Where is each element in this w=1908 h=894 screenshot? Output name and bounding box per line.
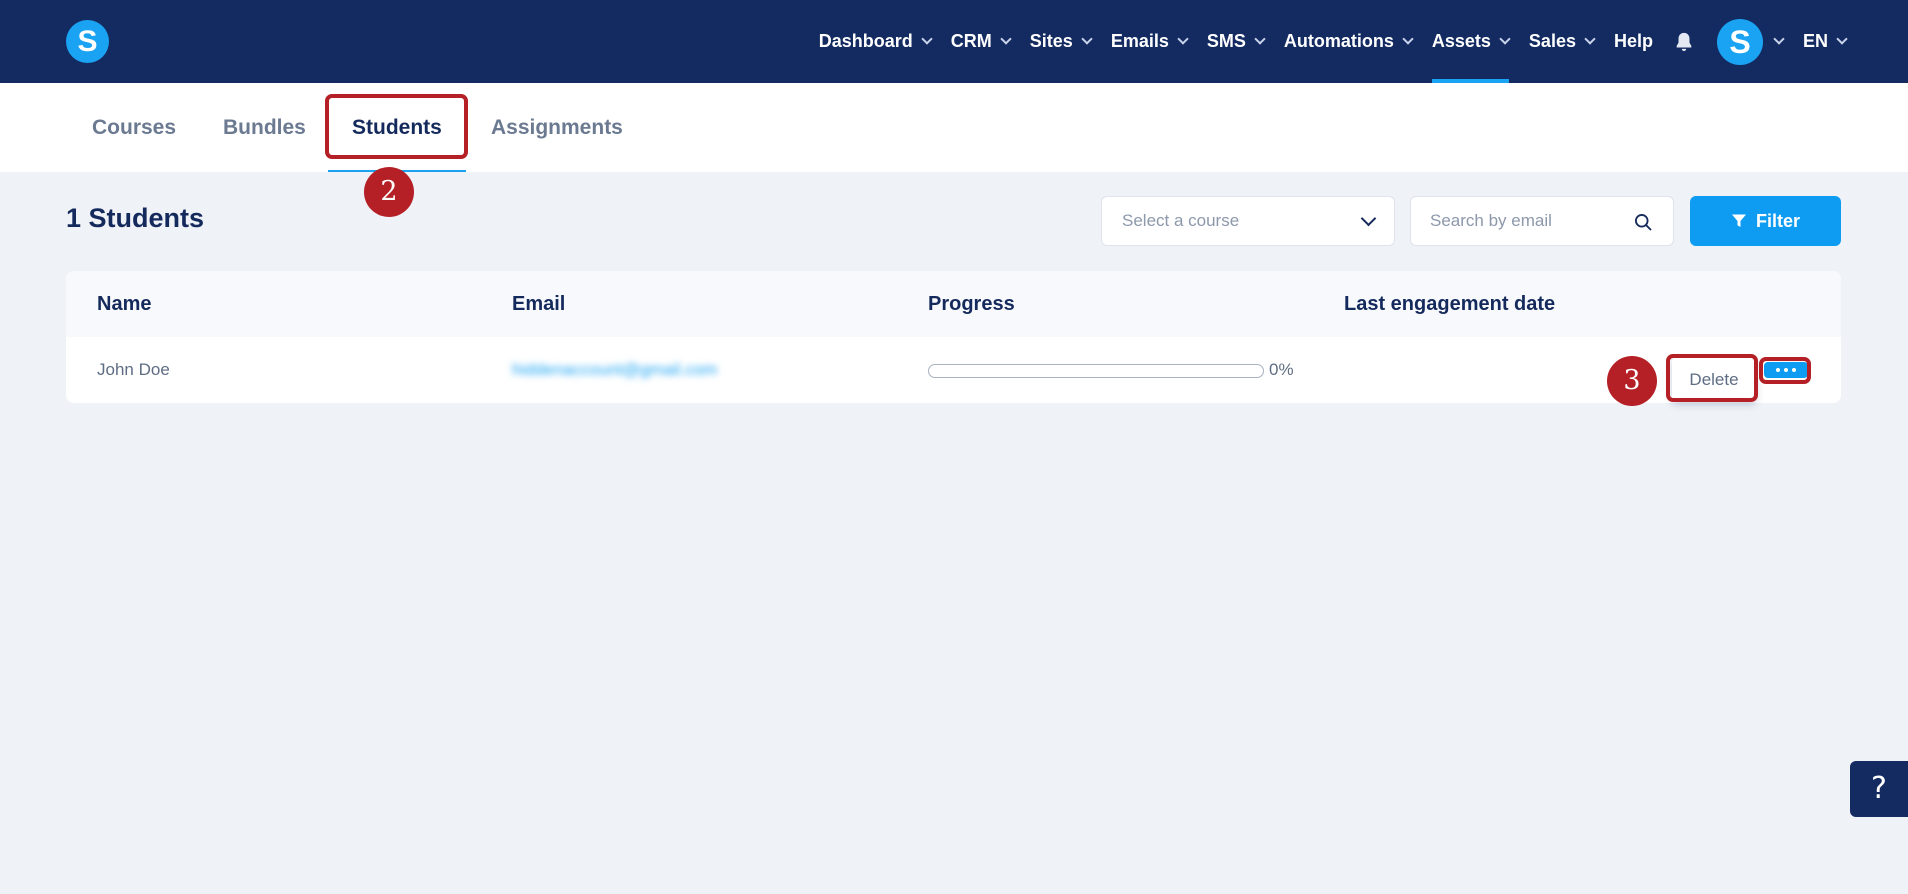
help-button[interactable]: ? (1850, 761, 1908, 817)
header-last-engagement: Last engagement date (1344, 293, 1556, 315)
progress-bar (928, 364, 1264, 378)
nav-sales-label: Sales (1528, 31, 1576, 51)
dot-icon (1776, 368, 1780, 372)
tab-assignments[interactable]: Assignments (491, 83, 623, 172)
nav-automations[interactable]: Automations (1283, 0, 1414, 83)
chevron-down-icon (1360, 210, 1377, 226)
nav-assets-label: Assets (1431, 31, 1491, 51)
chevron-down-icon (1081, 33, 1093, 45)
nav-dashboard[interactable]: Dashboard (818, 0, 933, 83)
chevron-down-icon (1000, 33, 1012, 45)
filter-label: Filter (1755, 210, 1800, 231)
students-table: Name Email Progress Last engagement date… (66, 271, 1841, 403)
header-name: Name (97, 293, 152, 315)
language-label: EN (1802, 31, 1828, 51)
student-name: John Doe (97, 360, 170, 379)
tab-courses[interactable]: Courses (92, 83, 176, 172)
email-search (1410, 196, 1674, 246)
nav-sales[interactable]: Sales (1528, 0, 1596, 83)
chevron-down-icon (1836, 33, 1848, 45)
top-navbar: S Dashboard CRM Sites Emails SMS Automat… (0, 0, 1908, 83)
student-email: hiddenaccount@gmail.com (512, 360, 718, 379)
table-header: Name Email Progress Last engagement date (66, 271, 1841, 337)
chevron-down-icon (1584, 33, 1596, 45)
nav-sites-label: Sites (1029, 31, 1073, 51)
nav-help[interactable]: Help (1614, 0, 1653, 83)
more-actions-button[interactable] (1764, 362, 1808, 378)
step-badge-2: 2 (364, 167, 414, 217)
course-select[interactable]: Select a course (1101, 196, 1395, 246)
course-select-placeholder: Select a course (1122, 211, 1240, 230)
user-menu[interactable]: S (1716, 18, 1785, 65)
nav-sms[interactable]: SMS (1206, 0, 1266, 83)
chevron-down-icon (1499, 33, 1511, 45)
bell-icon[interactable] (1673, 31, 1695, 53)
nav-dashboard-label: Dashboard (818, 31, 913, 51)
chevron-down-icon (921, 33, 933, 45)
nav-emails[interactable]: Emails (1110, 0, 1189, 83)
header-progress: Progress (928, 293, 1015, 315)
language-selector[interactable]: EN (1802, 0, 1848, 83)
chevron-down-icon (1402, 33, 1414, 45)
dot-icon (1784, 368, 1788, 372)
header-email: Email (512, 293, 566, 315)
page-title: 1 Students (66, 203, 205, 233)
dot-icon (1792, 368, 1796, 372)
chevron-down-icon (1177, 33, 1189, 45)
tab-bundles[interactable]: Bundles (223, 83, 306, 172)
step-badge-3: 3 (1607, 356, 1657, 406)
nav-sms-label: SMS (1206, 31, 1246, 51)
filter-icon (1731, 214, 1746, 227)
nav-assets[interactable]: Assets (1431, 0, 1511, 83)
nav-automations-label: Automations (1283, 31, 1394, 51)
avatar: S (1716, 18, 1763, 65)
filter-button[interactable]: Filter (1690, 196, 1841, 246)
search-input[interactable] (1411, 197, 1631, 245)
tab-students[interactable]: Students (328, 83, 466, 172)
assets-tabs: Courses Bundles Students Assignments (0, 83, 1908, 172)
chevron-down-icon (1254, 33, 1266, 45)
main-menu: Dashboard CRM Sites Emails SMS Automatio… (799, 0, 1848, 83)
table-row[interactable]: John Doe hiddenaccount@gmail.com 0% (66, 337, 1841, 403)
search-icon[interactable] (1633, 212, 1653, 232)
nav-crm-label: CRM (950, 31, 992, 51)
delete-button[interactable]: Delete (1672, 358, 1756, 402)
progress-percent: 0% (1269, 360, 1294, 379)
nav-sites[interactable]: Sites (1029, 0, 1093, 83)
chevron-down-icon (1773, 33, 1785, 45)
nav-crm[interactable]: CRM (950, 0, 1012, 83)
app-logo[interactable]: S (66, 20, 109, 63)
nav-emails-label: Emails (1110, 31, 1169, 51)
nav-help-label: Help (1613, 31, 1653, 51)
